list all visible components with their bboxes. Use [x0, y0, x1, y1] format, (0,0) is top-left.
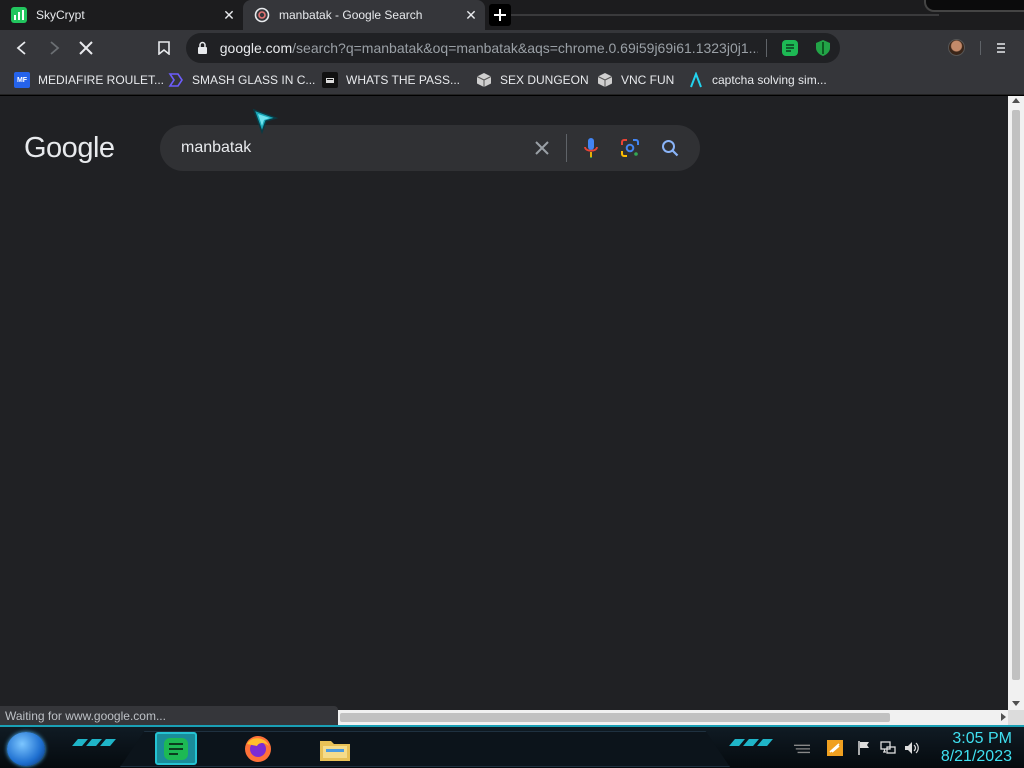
taskbar-frame	[120, 731, 730, 767]
bookmark-label: SEX DUNGEON	[500, 73, 589, 87]
chevron-bookmark-icon	[168, 72, 184, 88]
close-icon	[79, 41, 93, 55]
clear-search-button[interactable]	[530, 136, 554, 160]
cube-icon	[476, 72, 492, 88]
firefox-icon[interactable]	[237, 732, 279, 765]
close-tab-icon[interactable]: ✕	[219, 5, 239, 25]
search-icon	[662, 140, 679, 157]
notes-extension-icon[interactable]	[781, 39, 799, 57]
google-icon	[254, 7, 270, 23]
scroll-down-icon[interactable]	[1012, 701, 1020, 706]
bookmark-label: MEDIAFIRE ROULET...	[38, 73, 165, 87]
tab-strip-decoration	[511, 0, 1024, 30]
bookmark-smash-glass[interactable]: SMASH GLASS IN C...	[168, 71, 315, 89]
vertical-scrollbar[interactable]	[1008, 96, 1024, 710]
scrollbar-thumb[interactable]	[340, 713, 890, 722]
back-button[interactable]	[10, 36, 34, 60]
bookmark-whats-the-pass[interactable]: WHATS THE PASS...	[322, 71, 460, 89]
file-explorer-icon[interactable]	[314, 732, 356, 765]
flag-icon[interactable]	[856, 740, 872, 756]
bookmark-label: WHATS THE PASS...	[346, 73, 461, 87]
tab-strip: SkyCrypt ✕ manbatak - Google Search ✕	[0, 0, 1024, 30]
tab-google-search[interactable]: manbatak - Google Search ✕	[243, 0, 485, 30]
notes-app-icon[interactable]	[155, 732, 197, 765]
taskbar-decoration	[729, 739, 778, 749]
search-input[interactable]: manbatak	[160, 125, 700, 171]
bookmark-label: captcha solving sim...	[712, 73, 827, 87]
plus-icon	[494, 9, 506, 21]
url-text: google.com/search?q=manbatak&oq=manbatak…	[220, 40, 758, 56]
tab-title: manbatak - Google Search	[279, 8, 423, 22]
stop-loading-button[interactable]	[74, 36, 98, 60]
browser-menu-button[interactable]	[992, 39, 1010, 57]
menu-icon	[997, 43, 1005, 53]
taskbar-decoration	[72, 739, 121, 749]
clock-date: 8/21/2023	[940, 748, 1012, 765]
horizontal-scrollbar[interactable]	[338, 710, 1008, 725]
url-path: /search?q=manbatak&oq=manbatak&aqs=chrom…	[292, 40, 758, 56]
bookmark-icon	[158, 41, 170, 55]
search-button[interactable]	[658, 136, 682, 160]
address-bar[interactable]: google.com/search?q=manbatak&oq=manbatak…	[186, 33, 840, 63]
scroll-right-icon[interactable]	[1001, 713, 1006, 721]
lambda-icon	[688, 72, 704, 88]
bar-chart-icon	[11, 7, 27, 23]
bookmark-label: VNC FUN	[621, 73, 675, 87]
shield-extension-icon[interactable]	[814, 39, 832, 57]
forward-arrow-icon	[50, 41, 60, 55]
camera-lens-icon	[621, 139, 639, 157]
scrollbar-corner	[1008, 710, 1024, 725]
desktop-stripes-icon[interactable]	[794, 740, 810, 756]
bookmarks-bar: MF MEDIAFIRE ROULET... SMASH GLASS IN C.…	[0, 65, 1024, 95]
microphone-icon	[584, 138, 598, 158]
system-clock[interactable]: 3:05 PM 8/21/2023	[930, 730, 1012, 766]
profile-avatar[interactable]	[948, 39, 965, 56]
tab-skycrypt[interactable]: SkyCrypt ✕	[0, 0, 243, 30]
mediafire-icon: MF	[14, 72, 30, 88]
close-tab-icon[interactable]: ✕	[461, 5, 481, 25]
app-tray-icon[interactable]	[827, 740, 843, 756]
omnibox-divider	[765, 39, 767, 57]
network-icon[interactable]	[880, 740, 896, 756]
forward-button[interactable]	[42, 36, 66, 60]
bookmark-button[interactable]	[152, 36, 176, 60]
voice-search-button[interactable]	[579, 136, 603, 160]
cube-icon	[597, 72, 613, 88]
terminal-icon	[322, 72, 338, 88]
taskbar: 3:05 PM 8/21/2023	[0, 725, 1024, 768]
start-button[interactable]	[7, 732, 45, 766]
scrollbar-thumb[interactable]	[1012, 110, 1020, 680]
bookmark-sex-dungeon[interactable]: SEX DUNGEON	[476, 71, 589, 89]
close-icon	[535, 141, 549, 155]
volume-icon[interactable]	[904, 740, 920, 756]
bookmark-label: SMASH GLASS IN C...	[192, 73, 316, 87]
search-query[interactable]: manbatak	[181, 139, 251, 157]
clock-time: 3:05 PM	[952, 730, 1012, 747]
bookmark-mediafire[interactable]: MF MEDIAFIRE ROULET...	[14, 71, 164, 89]
google-logo[interactable]: Google	[24, 132, 115, 165]
new-tab-button[interactable]	[489, 4, 511, 26]
web-page: Google manbatak	[0, 96, 1008, 710]
status-bar: Waiting for www.google.com...	[0, 706, 338, 725]
bookmark-captcha[interactable]: captcha solving sim...	[688, 71, 827, 89]
browser-toolbar: google.com/search?q=manbatak&oq=manbatak…	[0, 30, 1024, 65]
search-divider	[566, 134, 567, 162]
scroll-up-icon[interactable]	[1012, 98, 1020, 103]
tab-title: SkyCrypt	[36, 8, 85, 22]
mouse-cursor-icon	[252, 108, 279, 135]
lens-search-button[interactable]	[618, 136, 642, 160]
url-host: google.com	[219, 40, 293, 56]
bookmark-vnc-fun[interactable]: VNC FUN	[597, 71, 674, 89]
back-arrow-icon	[16, 41, 26, 55]
toolbar-divider	[980, 41, 981, 55]
lock-icon[interactable]	[196, 40, 210, 56]
